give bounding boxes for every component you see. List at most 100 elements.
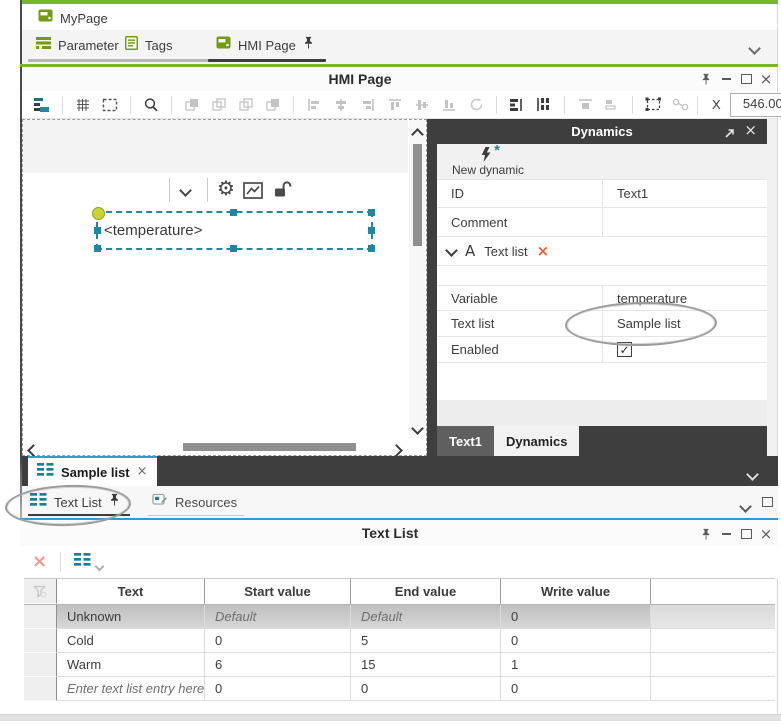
tab-hmi-page[interactable]: HMI Page [208, 32, 326, 58]
zoom-icon[interactable] [141, 95, 161, 115]
dynamics-close-icon[interactable]: × [744, 123, 757, 137]
tab-dynamics[interactable]: Dynamics [494, 426, 579, 456]
comment-value[interactable] [603, 208, 767, 236]
canvas-vscrollbar[interactable] [409, 120, 426, 438]
scroll-up-icon[interactable] [413, 126, 422, 144]
pin-button[interactable] [698, 526, 714, 542]
tab-sample-list[interactable]: Sample list × [28, 456, 157, 486]
hscroll-thumb[interactable] [183, 443, 356, 451]
row-selector[interactable] [24, 653, 57, 677]
tab-text1[interactable]: Text1 [437, 426, 494, 456]
cell-write-value[interactable]: 0 [501, 629, 651, 653]
element-chevron-down-icon[interactable] [181, 186, 190, 195]
maximize-button[interactable] [738, 526, 754, 542]
canvas-hscrollbar[interactable] [23, 438, 409, 455]
selection-handle[interactable] [368, 227, 375, 234]
hmi-canvas[interactable]: ⚙ <temperature> [22, 119, 427, 456]
selected-text-element[interactable]: <temperature> [96, 211, 373, 250]
cell-start-value[interactable]: 0 [205, 677, 351, 701]
link-icon[interactable] [670, 95, 690, 115]
tab-tags[interactable]: Tags [117, 32, 214, 58]
scroll-down-icon[interactable] [413, 420, 422, 438]
bring-forward-icon[interactable] [209, 95, 229, 115]
vscroll-thumb[interactable] [413, 144, 422, 246]
panel-splitter[interactable] [427, 119, 437, 456]
minimize-button[interactable] [718, 71, 734, 87]
new-textlist-icon[interactable] [74, 553, 91, 571]
select-area-icon[interactable] [643, 95, 663, 115]
enabled-checkbox[interactable]: ✓ [617, 342, 632, 357]
cell-text[interactable]: Unknown [57, 605, 205, 629]
id-value[interactable]: Text1 [603, 180, 767, 207]
textlist-value[interactable]: Sample list [603, 311, 767, 336]
align-middle-icon[interactable] [412, 95, 432, 115]
align-right-icon[interactable] [358, 95, 378, 115]
cell-end-value[interactable]: 5 [351, 629, 501, 653]
pin-button[interactable] [698, 71, 714, 87]
unlock-icon[interactable] [273, 180, 293, 197]
close-button[interactable]: × [758, 71, 774, 87]
x-coordinate-input[interactable] [731, 94, 781, 114]
pane-chevron-icon[interactable] [741, 498, 750, 516]
cell-write-value[interactable]: 1 [501, 653, 651, 677]
cell-text-placeholder[interactable]: Enter text list entry here [57, 677, 205, 701]
rotate-icon[interactable] [466, 95, 486, 115]
cell-start-value[interactable]: Default [205, 605, 351, 629]
cell-end-value[interactable]: Default [351, 605, 501, 629]
tab-text-list[interactable]: Text List [30, 490, 120, 514]
row-selector[interactable] [24, 629, 57, 653]
tab-close-icon[interactable]: × [137, 465, 148, 479]
page-structure-icon[interactable] [32, 95, 52, 115]
dynamics-chart-icon[interactable] [243, 182, 263, 199]
dropdown-chevron-icon[interactable] [95, 562, 105, 572]
cell-end-value[interactable]: 15 [351, 653, 501, 677]
tab-overflow-chevron-icon[interactable] [750, 40, 759, 58]
cell-write-value[interactable]: 0 [501, 605, 651, 629]
new-dynamic-button[interactable]: * New dynamic [447, 145, 529, 178]
selection-handle[interactable] [230, 245, 237, 252]
cell-start-value[interactable]: 6 [205, 653, 351, 677]
selection-handle[interactable] [368, 209, 375, 216]
pin-icon[interactable] [303, 36, 314, 55]
row-selector[interactable] [24, 605, 57, 629]
selection-handle[interactable] [94, 245, 101, 252]
send-to-back-icon[interactable] [263, 95, 283, 115]
selection-frame-icon[interactable] [100, 95, 120, 115]
align-left-icon[interactable] [304, 95, 324, 115]
cell-end-value[interactable]: 0 [351, 677, 501, 701]
match-width-icon[interactable] [575, 95, 595, 115]
tab-resources[interactable]: Resources [152, 490, 237, 514]
align-bottom-icon[interactable] [439, 95, 459, 115]
cell-text[interactable]: Cold [57, 629, 205, 653]
close-button[interactable]: × [758, 526, 774, 542]
variable-value[interactable]: temperature [603, 286, 767, 310]
rotation-handle[interactable] [92, 207, 105, 220]
bring-to-front-icon[interactable] [182, 95, 202, 115]
pin-icon[interactable] [109, 493, 120, 512]
minimize-button[interactable] [718, 526, 734, 542]
match-height-icon[interactable] [602, 95, 622, 115]
pane-maximize-icon[interactable] [762, 497, 773, 507]
distribute-vertical-icon[interactable] [534, 95, 554, 115]
textlist-section-header[interactable]: A Text list × [437, 236, 767, 266]
x-coordinate-spinbox[interactable] [730, 93, 781, 117]
row-selector[interactable] [24, 677, 57, 701]
collapse-chevron-icon[interactable] [447, 242, 456, 260]
cell-start-value[interactable]: 0 [205, 629, 351, 653]
remove-dynamic-icon[interactable]: × [537, 244, 550, 259]
send-backward-icon[interactable] [236, 95, 256, 115]
maximize-button[interactable] [738, 71, 754, 87]
cell-write-value[interactable]: 0 [501, 677, 651, 701]
selection-handle[interactable] [94, 227, 101, 234]
selection-handle[interactable] [230, 209, 237, 216]
grid-icon[interactable] [73, 95, 93, 115]
align-center-icon[interactable] [331, 95, 351, 115]
undock-icon[interactable] [724, 126, 735, 144]
cell-text[interactable]: Warm [57, 653, 205, 677]
selection-handle[interactable] [368, 245, 375, 252]
distribute-horizontal-icon[interactable] [507, 95, 527, 115]
tabstrip-overflow-chevron-icon[interactable] [748, 466, 757, 484]
align-top-icon[interactable] [385, 95, 405, 115]
delete-entry-icon[interactable]: × [32, 553, 47, 571]
tab-parameter[interactable]: Parameter [28, 32, 130, 58]
